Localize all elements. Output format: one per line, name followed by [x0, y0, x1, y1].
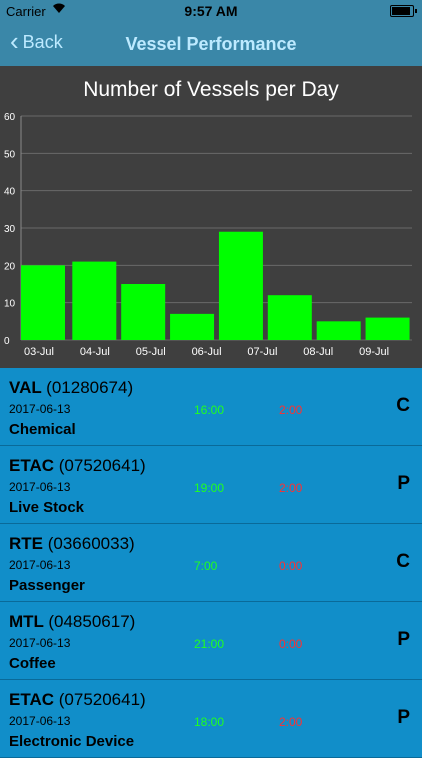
end-time: 2:00 [279, 403, 303, 417]
start-time: 16:00 [194, 403, 225, 417]
x-tick-label: 05-Jul [136, 346, 166, 358]
vessel-name: VAL [9, 378, 42, 397]
vessel-row[interactable]: ETAC (07520641) 2017-06-13 18:00 2:00 El… [0, 680, 422, 758]
x-tick-label: 08-Jul [303, 346, 333, 358]
vessel-row[interactable]: MTL (04850617) 2017-06-13 21:00 0:00 Cof… [0, 602, 422, 680]
vessel-name-line: VAL (01280674) [9, 378, 133, 398]
x-tick-label: 04-Jul [80, 346, 110, 358]
y-tick-label: 60 [4, 112, 16, 123]
cargo-type: Electronic Device [9, 733, 135, 750]
vessel-row[interactable]: ETAC (07520641) 2017-06-13 19:00 2:00 Li… [0, 446, 422, 524]
start-time: 7:00 [194, 559, 218, 573]
y-tick-label: 20 [4, 261, 16, 272]
start-time: 18:00 [194, 715, 225, 729]
vessel-name: RTE [9, 534, 43, 553]
vessel-date: 2017-06-13 [9, 714, 71, 728]
vessel-id: (07520641) [58, 456, 146, 475]
vessels-per-day-chart: 0 10 20 30 40 50 60 03-Jul 04-Jul 05-Jul 06-Jul 07-… [0, 66, 422, 368]
y-tick-label: 0 [4, 336, 10, 347]
cargo-type: Chemical [9, 421, 76, 438]
vessel-date: 2017-06-13 [9, 558, 71, 572]
chart-bar [21, 265, 65, 340]
chart-bar [316, 321, 361, 340]
y-tick-label: 50 [4, 149, 16, 160]
vessel-name-line: ETAC (07520641) [9, 456, 146, 476]
vessel-name-line: RTE (03660033) [9, 534, 135, 554]
chart-bar [170, 313, 215, 340]
x-tick-label: 06-Jul [192, 346, 222, 358]
vessel-id: (07520641) [58, 690, 146, 709]
vessel-row[interactable]: RTE (03660033) 2017-06-13 7:00 0:00 Pass… [0, 524, 422, 602]
x-tick-label: 03-Jul [24, 346, 54, 358]
chart-title: Number of Vessels per Day [83, 78, 339, 101]
cargo-type: Passenger [9, 577, 85, 594]
chart-bar [121, 284, 166, 340]
vessel-date: 2017-06-13 [9, 480, 71, 494]
vessel-list: VAL (01280674) 2017-06-13 16:00 2:00 Che… [0, 368, 422, 758]
y-tick-label: 30 [4, 224, 16, 235]
vessel-code: C [396, 395, 410, 416]
vessel-code: P [397, 629, 410, 650]
navigation-bar: ‹ Back Vessel Performance [0, 22, 422, 66]
chart-bar [218, 231, 263, 340]
status-bar: Carrier 9:57 AM [0, 0, 422, 22]
vessel-name-line: MTL (04850617) [9, 612, 135, 632]
chart-bar [365, 317, 410, 340]
cargo-type: Coffee [9, 655, 56, 672]
vessel-name: ETAC [9, 456, 55, 475]
vessel-id: (01280674) [46, 378, 134, 397]
chart-canvas: 0 10 20 30 40 50 60 03-Jul 04-Jul 05-Jul 06-Jul 07-… [4, 112, 412, 358]
y-tick-label: 10 [4, 299, 16, 310]
vessel-name-line: ETAC (07520641) [9, 690, 146, 710]
vessel-date: 2017-06-13 [9, 402, 71, 416]
vessel-date: 2017-06-13 [9, 636, 71, 650]
chart-bar [72, 261, 117, 340]
end-time: 2:00 [279, 715, 303, 729]
vessel-code: P [397, 707, 410, 728]
x-tick-label: 09-Jul [359, 346, 389, 358]
x-tick-label: 07-Jul [247, 346, 277, 358]
y-tick-label: 40 [4, 187, 16, 198]
vessel-code: P [397, 473, 410, 494]
cargo-type: Live Stock [9, 499, 85, 516]
vessel-id: (04850617) [48, 612, 136, 631]
end-time: 0:00 [279, 559, 303, 573]
end-time: 2:00 [279, 481, 303, 495]
vessel-name: MTL [9, 612, 44, 631]
start-time: 21:00 [194, 637, 225, 651]
page-title: Vessel Performance [125, 34, 297, 54]
vessel-row[interactable]: VAL (01280674) 2017-06-13 16:00 2:00 Che… [0, 368, 422, 446]
vessel-name: ETAC [9, 690, 55, 709]
chart-bar [267, 295, 312, 340]
clock-time: 9:57 AM [184, 3, 238, 19]
vessel-code: C [396, 551, 410, 572]
end-time: 0:00 [279, 637, 303, 651]
vessel-id: (03660033) [47, 534, 135, 553]
battery-icon [390, 5, 417, 17]
start-time: 19:00 [194, 481, 225, 495]
